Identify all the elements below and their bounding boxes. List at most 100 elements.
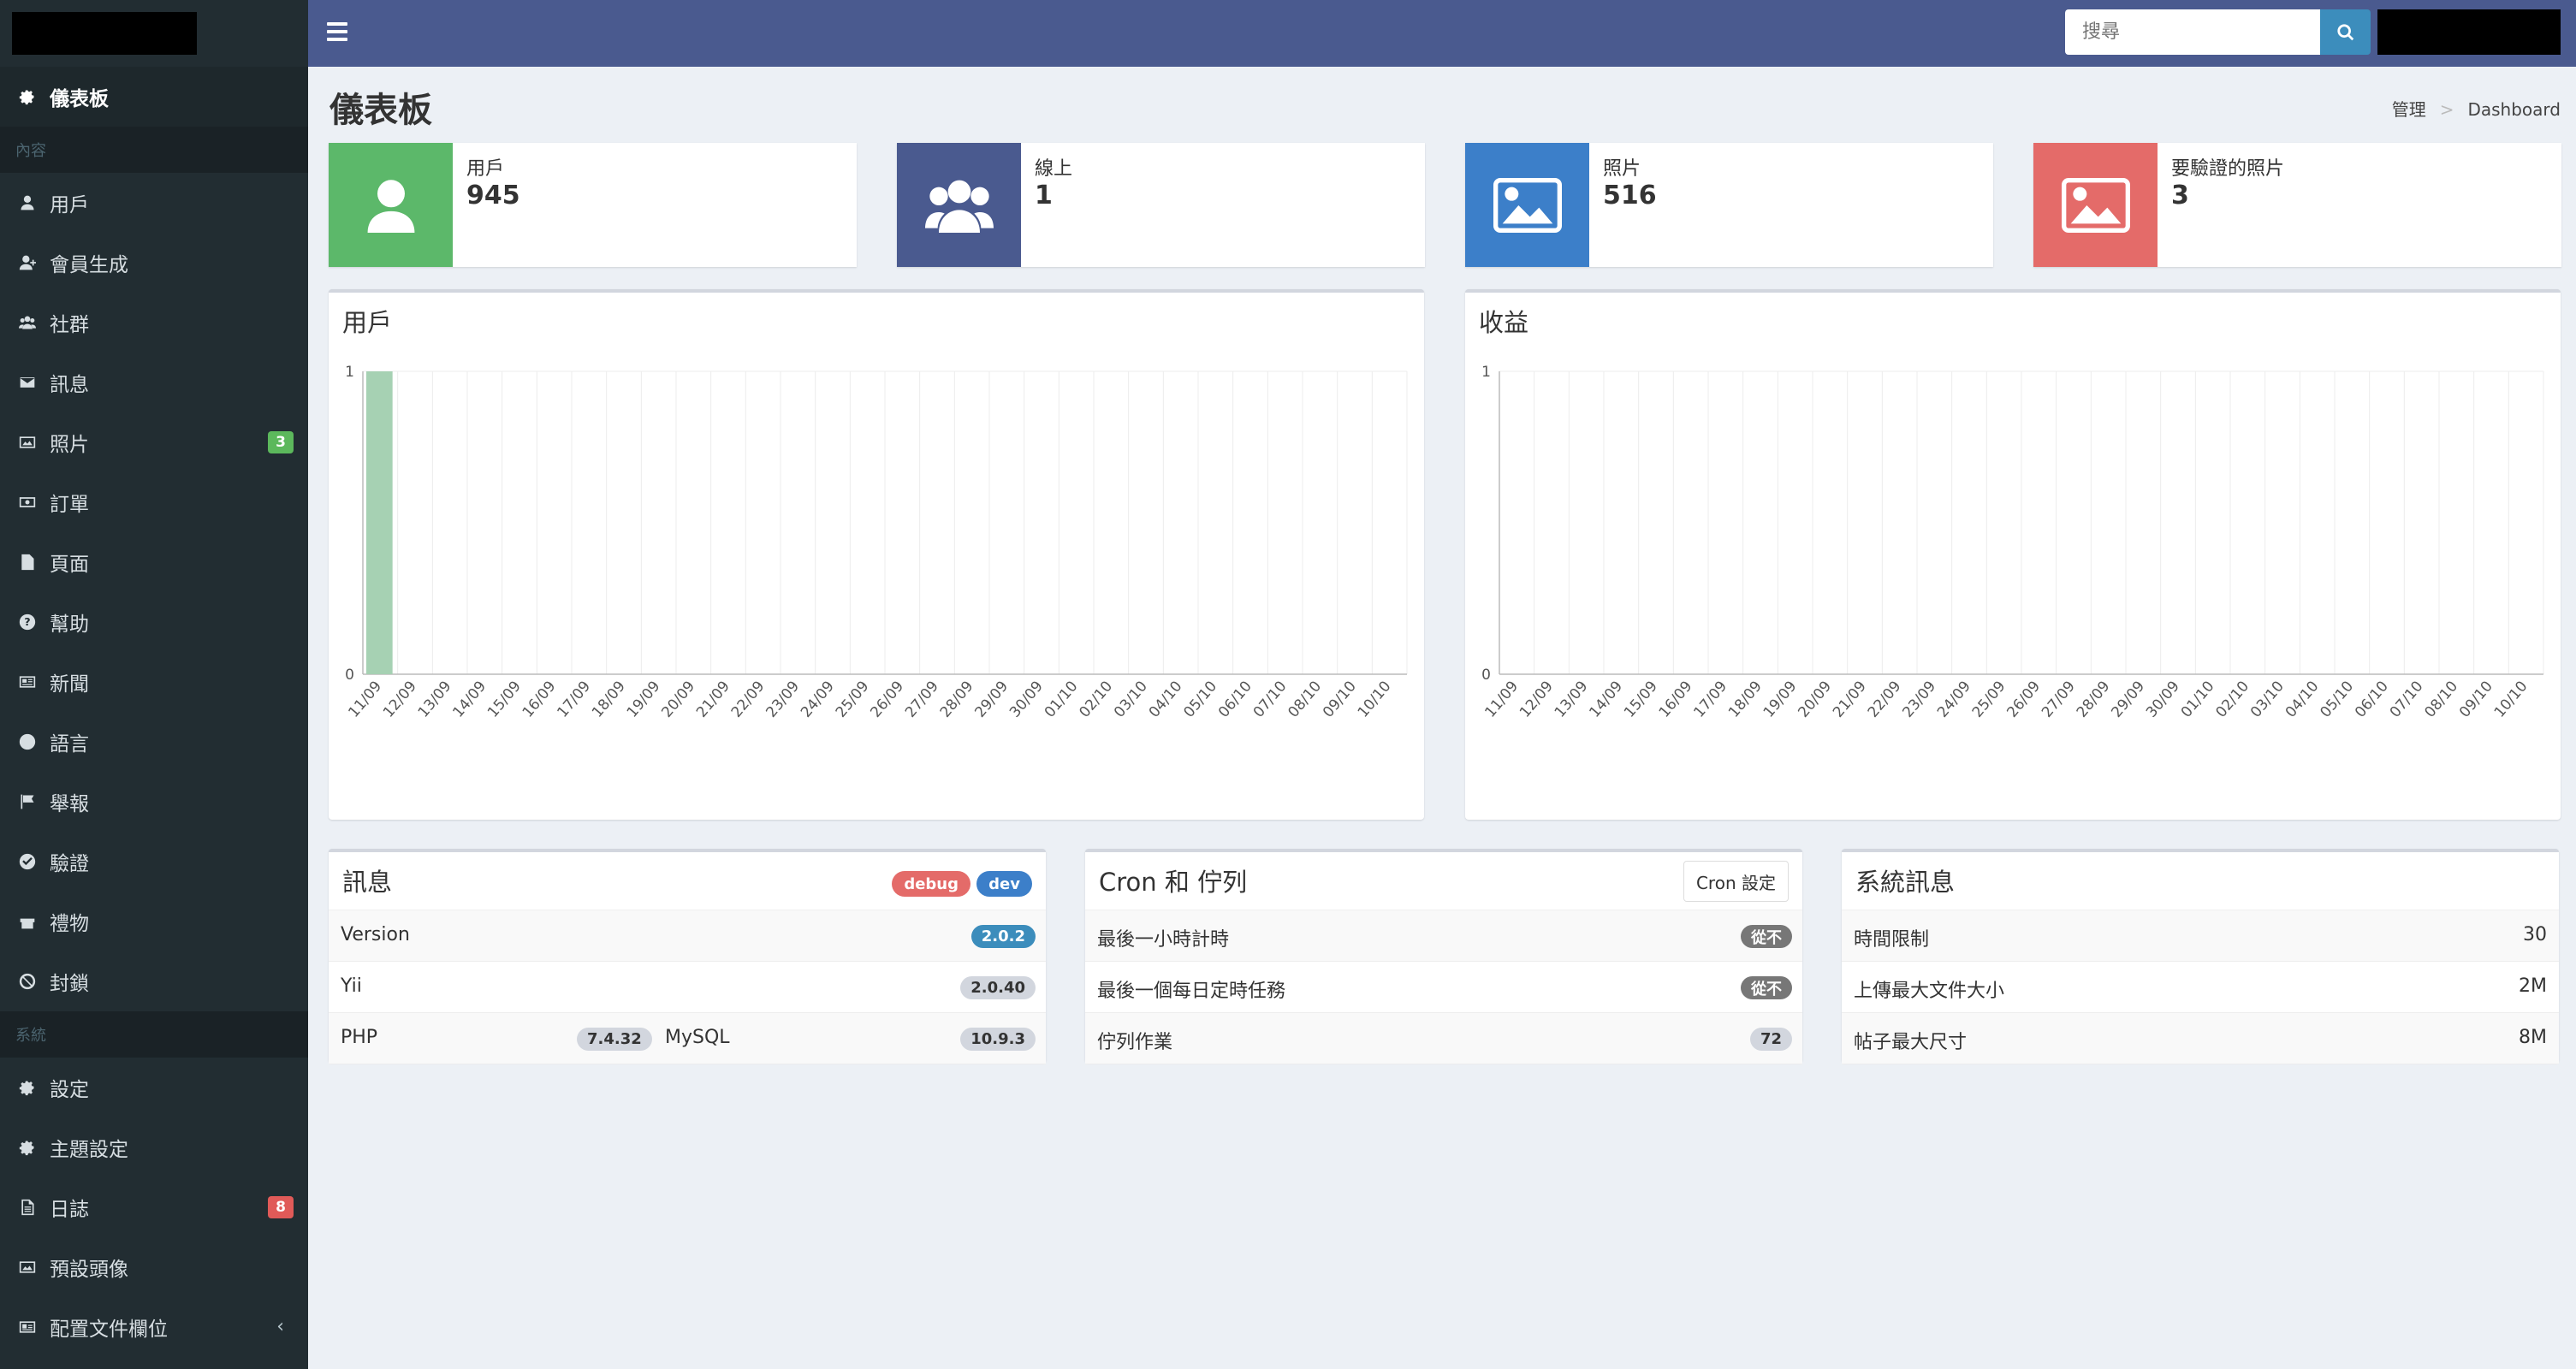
cron-row-badge: 72	[1749, 1028, 1792, 1051]
x-tick-label: 12/09	[1517, 678, 1557, 720]
x-tick-label: 23/09	[1899, 678, 1939, 720]
sidebar-item-dashboard[interactable]: 儀表板	[0, 67, 308, 127]
x-tick-label: 28/09	[2074, 678, 2114, 720]
stat-label: 線上	[1035, 158, 1073, 180]
x-tick-label: 17/09	[1690, 678, 1730, 720]
x-tick-label: 06/10	[2352, 678, 2392, 720]
user-icon	[367, 179, 414, 233]
x-tick-label: 05/10	[1180, 678, 1220, 720]
system-row-time-limit: 時間限制 30	[1842, 910, 2559, 962]
sidebar-item-help[interactable]: ? 幫助	[0, 592, 308, 652]
x-tick-label: 03/10	[2247, 678, 2288, 720]
logo[interactable]	[12, 12, 197, 55]
sidebar-item-pages[interactable]: 頁面	[0, 532, 308, 592]
chevron-left-icon[interactable]: ‹	[276, 1316, 284, 1337]
chart-title: 用戶	[342, 308, 393, 337]
sidebar-menu: 儀表板 內容 用戶 會員生成 社群 訊息 照片 3 訂單 頁面 ? 幫助 新聞 …	[0, 67, 308, 1357]
sidebar-toggle-button[interactable]	[327, 22, 347, 43]
x-tick-label: 13/09	[415, 678, 455, 720]
stat-box-photos: 照片 516	[1465, 143, 1993, 267]
sidebar-item-label: 幫助	[50, 613, 89, 636]
x-tick-label: 05/10	[2317, 678, 2357, 720]
y-tick-label: 1	[1481, 364, 1491, 381]
mysql-label: MySQL	[665, 1027, 730, 1048]
search-button[interactable]	[2320, 9, 2371, 55]
stat-label: 用戶	[466, 158, 505, 180]
sidebar-item-label: 頁面	[50, 554, 89, 576]
sidebar-item-community[interactable]: 社群	[0, 293, 308, 353]
sidebar-item-label: 配置文件欄位	[50, 1319, 168, 1341]
stat-value: 3	[2171, 181, 2189, 210]
globe-icon	[17, 732, 38, 752]
sidebar-item-users[interactable]: 用戶	[0, 173, 308, 233]
search-input[interactable]	[2065, 9, 2320, 55]
stat-icon-bg	[897, 143, 1021, 267]
x-tick-label: 22/09	[728, 678, 769, 720]
sidebar-item-gifts[interactable]: 禮物	[0, 892, 308, 951]
x-tick-label: 14/09	[449, 678, 490, 720]
x-tick-label: 07/10	[2387, 678, 2427, 720]
cron-row-badge: 從不	[1741, 976, 1792, 999]
topbar	[308, 0, 2576, 67]
x-tick-label: 04/10	[2282, 678, 2323, 720]
system-row-value: 2M	[2519, 975, 2547, 997]
cron-settings-button[interactable]: Cron 設定	[1683, 861, 1789, 902]
yii-version-badge: 2.0.40	[960, 976, 1036, 999]
image-icon	[17, 432, 38, 453]
x-tick-label: 23/09	[763, 678, 803, 720]
info-panel-title: 訊息	[342, 868, 393, 897]
stat-box-online: 線上 1	[897, 143, 1425, 267]
version-label: Version	[341, 924, 410, 945]
x-tick-label: 19/09	[624, 678, 664, 720]
sidebar-item-settings[interactable]: 設定	[0, 1058, 308, 1117]
user-menu[interactable]	[2377, 9, 2561, 55]
info-panel: 訊息 debug dev Version 2.0.2 Yii 2.0.40 PH…	[329, 849, 1046, 1064]
check-circle-icon	[17, 851, 38, 872]
sidebar-item-label: 照片	[50, 434, 89, 456]
sidebar-item-reports[interactable]: 舉報	[0, 772, 308, 832]
x-tick-label: 20/09	[658, 678, 698, 720]
x-tick-label: 01/10	[2178, 678, 2218, 720]
x-tick-label: 08/10	[2421, 678, 2461, 720]
x-tick-label: 24/09	[1934, 678, 1974, 720]
sidebar-item-verification[interactable]: 驗證	[0, 832, 308, 892]
cron-panel-header: Cron 和 佇列 Cron 設定	[1085, 852, 1802, 910]
sidebar-item-member-generate[interactable]: 會員生成	[0, 233, 308, 293]
sidebar-item-profile-fields[interactable]: 配置文件欄位 ‹	[0, 1297, 308, 1357]
system-row-label: 時間限制	[1854, 929, 1930, 951]
sidebar-item-label: 用戶	[50, 194, 89, 216]
cron-row-queue: 佇列作業 72	[1085, 1013, 1802, 1064]
info-panel-header: 訊息 debug dev	[329, 852, 1046, 910]
stat-value: 945	[466, 181, 520, 210]
sidebar-item-label: 儀表板	[50, 88, 109, 110]
sidebar-item-news[interactable]: 新聞	[0, 652, 308, 712]
debug-badge: debug	[892, 871, 970, 897]
sidebar-item-language[interactable]: 語言	[0, 712, 308, 772]
sidebar-item-logs[interactable]: 日誌 8	[0, 1177, 308, 1237]
sidebar-item-label: 訂單	[50, 494, 89, 516]
users-chart: 0 1 11/0912/0913/0914/0915/0916/0917/0918/…	[345, 364, 1408, 721]
sidebar-item-orders[interactable]: 訂單	[0, 472, 308, 532]
sidebar-item-theme-settings[interactable]: 主題設定	[0, 1117, 308, 1177]
sidebar-item-block[interactable]: 封鎖	[0, 951, 308, 1011]
x-tick-label: 27/09	[902, 678, 942, 720]
x-tick-label: 18/09	[1725, 678, 1766, 720]
x-tick-label: 11/09	[345, 678, 385, 720]
x-tick-label: 08/10	[1285, 678, 1325, 720]
x-tick-label: 16/09	[519, 678, 560, 720]
users-icon	[924, 180, 994, 233]
x-tick-label: 15/09	[484, 678, 525, 720]
breadcrumb-item-admin[interactable]: 管理	[2392, 99, 2426, 120]
system-info-panel: 系統訊息 時間限制 30 上傳最大文件大小 2M 帖子最大尺寸 8M	[1842, 849, 2559, 1064]
x-tick-label: 14/09	[1586, 678, 1626, 720]
sidebar-item-default-avatar[interactable]: 預設頭像	[0, 1237, 308, 1297]
stat-value: 516	[1603, 181, 1657, 210]
x-tick-label: 18/09	[589, 678, 629, 720]
sidebar-item-label: 驗證	[50, 853, 89, 875]
bar[interactable]	[366, 371, 393, 674]
users-chart-panel: 用戶 0 1 11/09 12/09 13/09 14/09 15/09 16/09 17/09…	[329, 289, 1424, 820]
sidebar-item-photos[interactable]: 照片 3	[0, 412, 308, 472]
sidebar-item-messages[interactable]: 訊息	[0, 353, 308, 412]
svg-text:?: ?	[24, 615, 30, 628]
info-row-version: Version 2.0.2	[329, 910, 1046, 962]
